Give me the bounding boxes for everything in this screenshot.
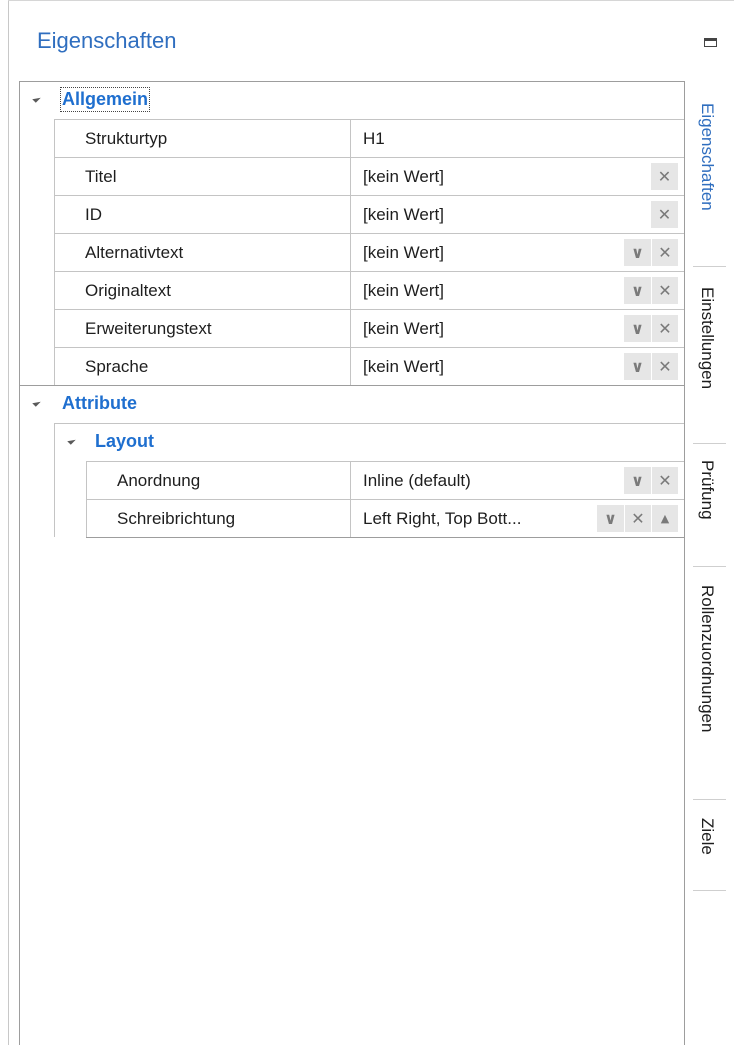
clear-icon[interactable]: ✕ [651,353,678,380]
dropdown-chevron-icon[interactable]: ∨ [624,467,651,494]
dropdown-chevron-icon[interactable]: ∨ [597,505,624,532]
property-row-schreibrichtung[interactable]: Schreibrichtung Left Right, Top Bott... … [86,499,684,538]
restore-window-icon[interactable] [704,38,717,47]
indent-guide [54,461,55,537]
property-value[interactable]: H1 [350,120,684,157]
category-row-attribute[interactable]: Attribute [20,385,684,423]
tab-label: Rollenzuordnungen [698,585,717,733]
window-left-border [8,0,9,1045]
window-top-border [8,0,734,1]
property-row-id[interactable]: ID [kein Wert] ✕ [54,195,684,233]
property-name: Originaltext [54,272,350,309]
property-row-originaltext[interactable]: Originaltext [kein Wert] ∨ ✕ [54,271,684,309]
property-row-anordnung[interactable]: Anordnung Inline (default) ∨ ✕ [86,461,684,499]
tab-rollenzuordnungen[interactable]: Rollenzuordnungen [685,567,734,799]
clear-icon[interactable]: ✕ [651,277,678,304]
tab-einstellungen[interactable]: Einstellungen [685,267,734,443]
tab-divider [693,890,726,891]
property-name: Anordnung [86,462,350,499]
property-name: ID [54,196,350,233]
category-row-allgemein[interactable]: Allgemein [20,82,684,119]
clear-icon[interactable]: ✕ [651,163,678,190]
property-grid: Allgemein Strukturtyp H1 Titel [kein Wer… [19,81,685,1045]
collapse-icon[interactable] [67,436,76,445]
tab-label: Einstellungen [698,287,717,390]
category-label-allgemein: Allgemein [59,87,151,112]
category-label-attribute: Attribute [62,393,137,413]
tab-label: Eigenschaften [698,103,717,211]
panel-title: Eigenschaften [37,28,177,53]
category-label-layout: Layout [95,431,155,451]
dropdown-chevron-icon[interactable]: ∨ [624,239,651,266]
property-name: Sprache [54,348,350,385]
property-row-titel[interactable]: Titel [kein Wert] ✕ [54,157,684,195]
property-name: Alternativtext [54,234,350,271]
clear-icon[interactable]: ✕ [651,239,678,266]
property-name: Strukturtyp [54,120,350,157]
tab-eigenschaften[interactable]: Eigenschaften [685,81,734,266]
tab-ziele[interactable]: Ziele [685,800,734,890]
dropdown-chevron-icon[interactable]: ∨ [624,315,651,342]
property-row-erweiterungstext[interactable]: Erweiterungstext [kein Wert] ∨ ✕ [54,309,684,347]
clear-icon[interactable]: ✕ [651,467,678,494]
dropdown-chevron-icon[interactable]: ∨ [624,353,651,380]
property-name: Erweiterungstext [54,310,350,347]
tab-label: Ziele [698,818,717,855]
property-row-strukturtyp[interactable]: Strukturtyp H1 [54,119,684,157]
collapse-icon[interactable] [32,94,41,103]
property-value[interactable]: [kein Wert] [350,196,684,233]
property-row-sprache[interactable]: Sprache [kein Wert] ∨ ✕ [54,347,684,385]
property-value[interactable]: [kein Wert] [350,158,684,195]
clear-icon[interactable]: ✕ [651,315,678,342]
clear-icon[interactable]: ✕ [651,201,678,228]
side-tab-strip: Eigenschaften Einstellungen Prüfung Roll… [685,81,734,1045]
dropdown-chevron-icon[interactable]: ∨ [624,277,651,304]
property-name: Titel [54,158,350,195]
tab-pruefung[interactable]: Prüfung [685,444,734,566]
tab-label: Prüfung [698,460,717,520]
clear-icon[interactable]: ✕ [624,505,651,532]
property-row-alternativtext[interactable]: Alternativtext [kein Wert] ∨ ✕ [54,233,684,271]
move-up-icon[interactable]: ▲ [651,505,678,532]
category-row-layout[interactable]: Layout [54,423,684,461]
property-name: Schreibrichtung [86,500,350,537]
collapse-icon[interactable] [32,398,41,407]
